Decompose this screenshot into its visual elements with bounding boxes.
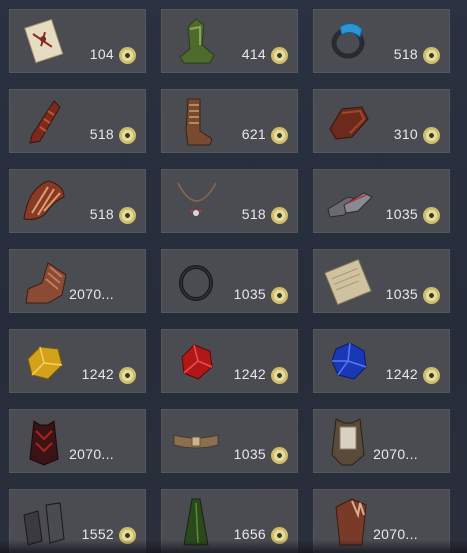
item-price: 518 — [89, 206, 114, 222]
item-slot-feathered-shoulder[interactable]: 518 — [9, 169, 146, 233]
item-price: 2070... — [69, 286, 114, 302]
item-price: 518 — [241, 206, 266, 222]
item-price: 1242 — [385, 366, 418, 382]
gold-coin-icon — [271, 367, 288, 384]
armor-chest-icon — [322, 415, 374, 469]
item-price: 104 — [89, 46, 114, 62]
item-price: 518 — [89, 126, 114, 142]
gold-coin-icon — [423, 47, 440, 64]
red-vest-icon — [18, 415, 70, 469]
parchment-icon — [322, 255, 374, 309]
item-price: 1035 — [233, 446, 266, 462]
item-slot-blue-ring[interactable]: 518 — [313, 9, 450, 73]
silver-shoes-icon — [322, 175, 374, 229]
winged-boots-icon — [18, 255, 70, 309]
item-slot-green-boots[interactable]: 414 — [161, 9, 298, 73]
item-slot-armor-chest[interactable]: 2070... — [313, 409, 450, 473]
item-price: 518 — [393, 46, 418, 62]
gold-coin-icon — [423, 127, 440, 144]
gold-coin-icon — [271, 447, 288, 464]
gold-coin-icon — [271, 47, 288, 64]
gold-coin-icon — [119, 367, 136, 384]
belt-icon — [170, 415, 222, 469]
red-gem-icon — [170, 335, 222, 389]
item-price: 621 — [241, 126, 266, 142]
item-slot-red-vest[interactable]: 2070... — [9, 409, 146, 473]
item-slot-red-gauntlet[interactable]: 518 — [9, 89, 146, 153]
item-price: 414 — [241, 46, 266, 62]
item-price: 1242 — [233, 366, 266, 382]
gold-coin-icon — [423, 367, 440, 384]
item-slot-silver-shoes[interactable]: 1035 — [313, 169, 450, 233]
item-slot-brown-boots[interactable]: 621 — [161, 89, 298, 153]
gold-coin-icon — [271, 127, 288, 144]
red-armguard-icon — [322, 95, 374, 149]
gold-coin-icon — [119, 47, 136, 64]
item-price: 1242 — [81, 366, 114, 382]
gold-coin-icon — [119, 207, 136, 224]
gold-coin-icon — [271, 207, 288, 224]
item-slot-belt[interactable]: 1035 — [161, 409, 298, 473]
blue-ring-icon — [322, 15, 374, 69]
item-grid: 104 414 518 518 621 310 518 518 1035 207… — [0, 0, 467, 553]
item-slot-red-armguard[interactable]: 310 — [313, 89, 450, 153]
item-slot-parchment[interactable]: 1035 — [313, 249, 450, 313]
feathered-shoulder-icon — [18, 175, 70, 229]
item-price: 2070... — [69, 446, 114, 462]
item-slot-red-gem[interactable]: 1242 — [161, 329, 298, 393]
item-slot-scroll[interactable]: 104 — [9, 9, 146, 73]
item-slot-blue-gem[interactable]: 1242 — [313, 329, 450, 393]
gold-coin-icon — [423, 207, 440, 224]
bottom-fade — [0, 540, 467, 553]
item-slot-winged-boots[interactable]: 2070... — [9, 249, 146, 313]
brown-boots-icon — [170, 95, 222, 149]
item-price: 1035 — [385, 286, 418, 302]
yellow-gem-icon — [18, 335, 70, 389]
green-boots-icon — [170, 15, 222, 69]
item-price: 310 — [393, 126, 418, 142]
gold-coin-icon — [271, 287, 288, 304]
gold-coin-icon — [423, 287, 440, 304]
item-slot-dark-ring[interactable]: 1035 — [161, 249, 298, 313]
item-price: 2070... — [373, 446, 418, 462]
blue-gem-icon — [322, 335, 374, 389]
dark-ring-icon — [170, 255, 222, 309]
red-gauntlet-icon — [18, 95, 70, 149]
item-price: 1035 — [385, 206, 418, 222]
item-price: 1035 — [233, 286, 266, 302]
item-slot-yellow-gem[interactable]: 1242 — [9, 329, 146, 393]
necklace-icon — [170, 175, 222, 229]
gold-coin-icon — [119, 127, 136, 144]
item-slot-necklace[interactable]: 518 — [161, 169, 298, 233]
scroll-icon — [18, 15, 70, 69]
